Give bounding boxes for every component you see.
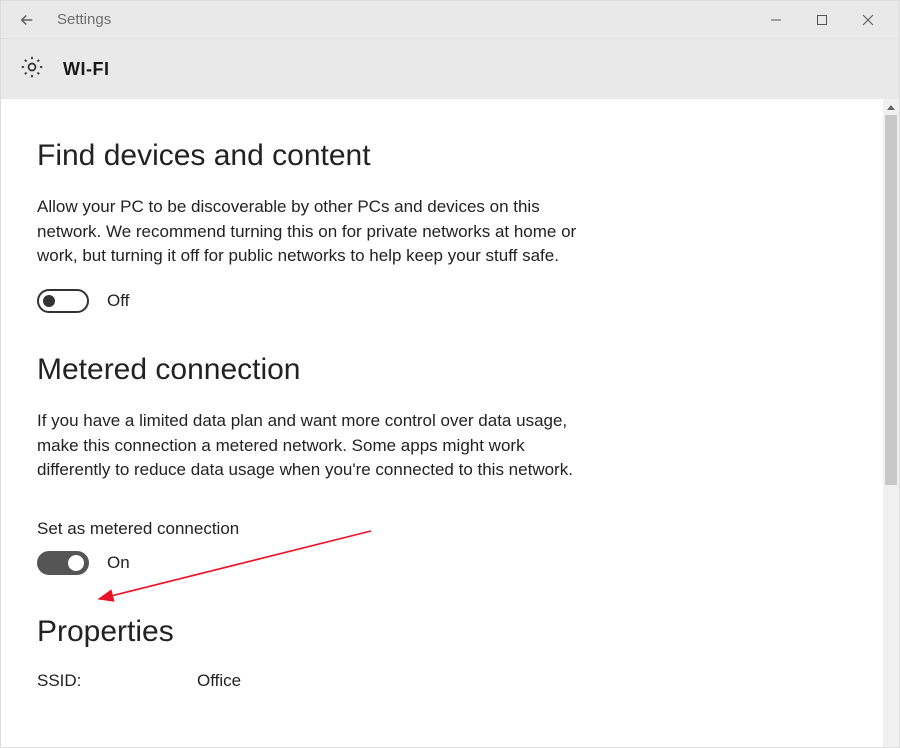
maximize-button[interactable] [799,2,845,38]
close-icon [862,14,874,26]
back-button[interactable] [9,2,45,38]
titlebar: Settings [1,1,899,39]
vertical-scrollbar[interactable] [883,99,899,747]
scroll-up-button[interactable] [883,99,899,115]
scroll-thumb[interactable] [885,115,897,485]
toggle-knob [68,555,84,571]
close-button[interactable] [845,2,891,38]
metered-description: If you have a limited data plan and want… [37,409,597,483]
minimize-button[interactable] [753,2,799,38]
ssid-value: Office [197,671,241,691]
metered-toggle[interactable] [37,551,89,575]
metered-heading: Metered connection [37,353,847,387]
window-controls [753,2,891,38]
page-title: WI-FI [63,59,109,80]
app-title: Settings [57,11,753,28]
page-header: WI-FI [1,39,899,99]
maximize-icon [816,14,828,26]
find-devices-toggle-label: Off [107,291,129,311]
metered-sub-label: Set as metered connection [37,519,847,539]
find-devices-heading: Find devices and content [37,139,847,173]
find-devices-description: Allow your PC to be discoverable by othe… [37,195,597,269]
find-devices-toggle-row: Off [37,289,847,313]
toggle-knob [43,295,55,307]
gear-icon [19,54,45,85]
chevron-up-icon [887,105,895,110]
back-arrow-icon [18,11,36,29]
minimize-icon [770,14,782,26]
metered-toggle-label: On [107,553,130,573]
settings-content: Find devices and content Allow your PC t… [1,99,883,747]
ssid-label: SSID: [37,671,197,691]
properties-heading: Properties [37,615,847,649]
ssid-row: SSID: Office [37,671,847,691]
metered-toggle-row: On [37,551,847,575]
find-devices-toggle[interactable] [37,289,89,313]
